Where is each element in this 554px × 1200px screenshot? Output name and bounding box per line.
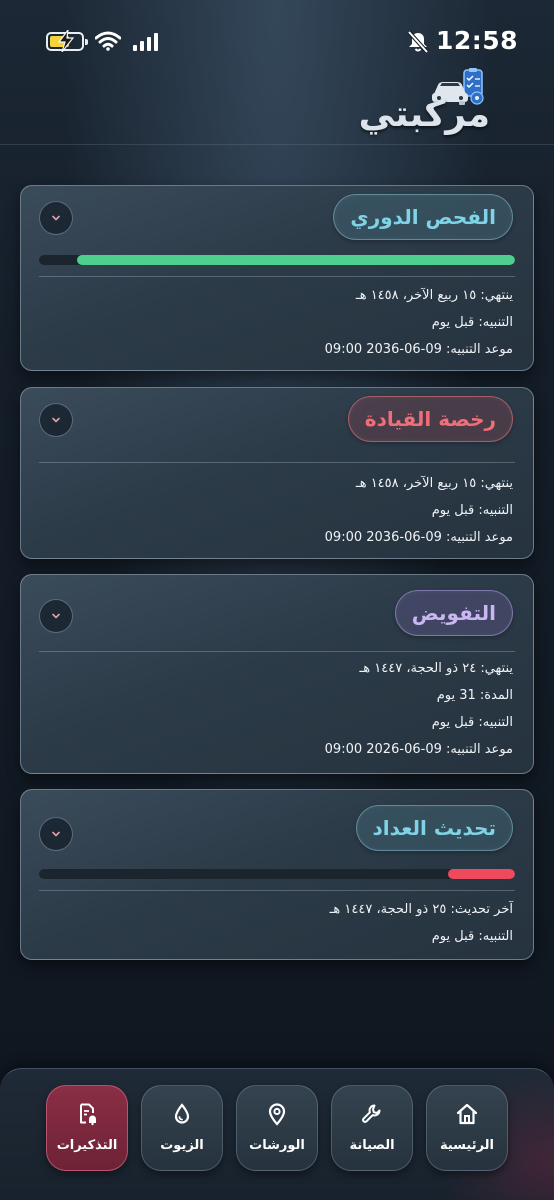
expiry-text: ينتهي: ٢٤ ذو الحجة، ١٤٤٧ هـ <box>359 661 513 676</box>
nav-item-oils[interactable]: الزيوت <box>141 1085 223 1171</box>
oil-drop-icon <box>174 1103 190 1124</box>
card-title-badge: الفحص الدوري <box>333 194 513 240</box>
reminder-card-periodic-inspection: الفحص الدوري ينتهي: ١٥ ربيع الآخر، ١٤٥٨ … <box>20 185 534 371</box>
wifi-icon <box>95 31 121 51</box>
nav-item-home[interactable]: الرئيسية <box>426 1085 508 1171</box>
chevron-down-icon <box>52 831 60 837</box>
nav-label: الرئيسية <box>439 1138 495 1153</box>
progress-fill <box>448 869 515 879</box>
card-info: آخر تحديث: ٢٥ ذو الحجة، ١٤٤٧ هـ التنبيه:… <box>39 896 513 950</box>
card-divider <box>39 462 515 463</box>
home-icon <box>456 1103 478 1125</box>
expiry-text: ينتهي: ١٥ ربيع الآخر، ١٤٥٨ هـ <box>355 288 513 303</box>
card-divider <box>39 276 515 277</box>
app-title: مركبتي <box>358 94 490 135</box>
battery-icon <box>46 30 88 52</box>
reminder-document-icon <box>80 1103 96 1126</box>
map-pin-icon <box>268 1103 286 1126</box>
screen: 12:58 مركبتي الفحص الدوري ينتهي: ١٥ ربيع… <box>0 0 554 1200</box>
wrench-icon <box>362 1104 381 1123</box>
chevron-down-icon <box>52 215 60 221</box>
card-divider <box>39 890 515 891</box>
duration-text: المدة: 31 يوم <box>436 688 513 703</box>
reminder-card-odometer-update: تحديث العداد آخر تحديث: ٢٥ ذو الحجة، ١٤٤… <box>20 789 534 960</box>
chevron-down-icon <box>52 417 60 423</box>
reminder-card-driving-license: رخصة القيادة ينتهي: ١٥ ربيع الآخر، ١٤٥٨ … <box>20 387 534 559</box>
alert-text: التنبيه: قبل يوم <box>431 929 513 944</box>
cellular-signal-icon <box>133 33 158 51</box>
alert-text: التنبيه: قبل يوم <box>431 715 513 730</box>
alert-date-text: موعد التنبيه: 09-06-2036 09:00 <box>324 342 513 357</box>
nav-label: التذكيرات <box>56 1138 118 1153</box>
card-title-badge: رخصة القيادة <box>347 396 513 442</box>
card-info: ينتهي: ١٥ ربيع الآخر، ١٤٥٨ هـ التنبيه: ق… <box>39 470 513 551</box>
progress-fill <box>77 255 515 265</box>
bottom-navigation: الرئيسية الصيانة الورشات الزيوت التذكيرا… <box>0 1068 554 1200</box>
progress-bar <box>39 255 515 265</box>
expand-button[interactable] <box>39 599 73 633</box>
app-header: مركبتي <box>350 66 490 140</box>
reminder-card-authorization: التفويض ينتهي: ٢٤ ذو الحجة، ١٤٤٧ هـ المد… <box>20 574 534 774</box>
nav-item-maintenance[interactable]: الصيانة <box>331 1085 413 1171</box>
nav-item-workshops[interactable]: الورشات <box>236 1085 318 1171</box>
expand-button[interactable] <box>39 201 73 235</box>
status-clock: 12:58 <box>436 26 519 55</box>
alert-text: التنبيه: قبل يوم <box>431 315 513 330</box>
card-title-badge: تحديث العداد <box>355 805 513 851</box>
card-title-badge: التفويض <box>394 590 513 636</box>
expand-button[interactable] <box>39 403 73 437</box>
alert-text: التنبيه: قبل يوم <box>431 503 513 518</box>
nav-label: الزيوت <box>160 1138 204 1153</box>
nav-label: الورشات <box>249 1138 305 1153</box>
last-update-text: آخر تحديث: ٢٥ ذو الحجة، ١٤٤٧ هـ <box>329 902 513 917</box>
nav-label: الصيانة <box>349 1138 395 1153</box>
alert-date-text: موعد التنبيه: 09-06-2036 09:00 <box>324 530 513 545</box>
card-divider <box>39 651 515 652</box>
expiry-text: ينتهي: ١٥ ربيع الآخر، ١٤٥٨ هـ <box>355 476 513 491</box>
card-info: ينتهي: ٢٤ ذو الحجة، ١٤٤٧ هـ المدة: 31 يو… <box>39 655 513 763</box>
chevron-down-icon <box>52 613 60 619</box>
nav-item-reminders[interactable]: التذكيرات <box>46 1085 128 1171</box>
progress-bar <box>39 869 515 879</box>
expand-button[interactable] <box>39 817 73 851</box>
bell-muted-icon <box>407 31 429 53</box>
alert-date-text: موعد التنبيه: 09-06-2026 09:00 <box>324 742 513 757</box>
card-info: ينتهي: ١٥ ربيع الآخر، ١٤٥٨ هـ التنبيه: ق… <box>39 282 513 363</box>
header-divider <box>0 144 554 145</box>
